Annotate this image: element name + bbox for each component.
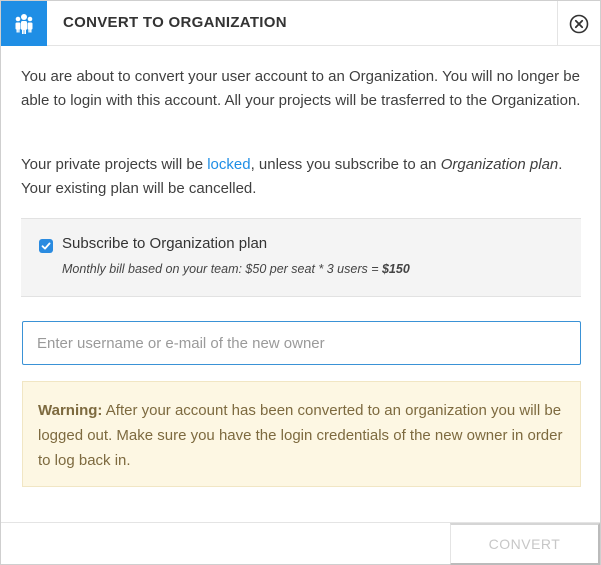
organization-plan-text: Organization plan	[440, 156, 559, 173]
subscribe-panel: Subscribe to Organization plan Monthly b…	[21, 218, 581, 297]
locked-link[interactable]: locked	[207, 156, 250, 173]
close-button[interactable]	[557, 1, 600, 46]
dialog-title: CONVERT TO ORGANIZATION	[63, 14, 287, 31]
new-owner-input[interactable]	[22, 321, 581, 365]
warning-box: Warning: After your account has been con…	[22, 381, 581, 487]
convert-dialog: CONVERT TO ORGANIZATION You are about to…	[0, 0, 601, 565]
warning-text: After your account has been converted to…	[38, 402, 563, 469]
checkmark-icon	[41, 242, 51, 250]
monthly-bill-total: $150	[381, 262, 410, 276]
close-circle-icon	[569, 14, 589, 33]
private-projects-note: Your private projects will be locked, un…	[21, 153, 581, 201]
dialog-header: CONVERT TO ORGANIZATION	[1, 1, 600, 46]
warning-label: Warning:	[38, 402, 103, 419]
private-note-middle: , unless you subscribe to an	[250, 156, 441, 173]
monthly-bill-note: Monthly bill based on your team: $50 per…	[62, 262, 410, 276]
subscribe-label[interactable]: Subscribe to Organization plan	[62, 235, 267, 252]
convert-button[interactable]: CONVERT	[450, 523, 600, 565]
subscribe-checkbox[interactable]	[39, 239, 53, 253]
private-note-before: Your private projects will be	[21, 156, 208, 173]
organization-icon	[1, 1, 47, 46]
dialog-footer: CONVERT	[1, 522, 600, 565]
monthly-bill-text: Monthly bill based on your team: $50 per…	[62, 262, 382, 276]
intro-text: You are about to convert your user accou…	[21, 68, 581, 109]
